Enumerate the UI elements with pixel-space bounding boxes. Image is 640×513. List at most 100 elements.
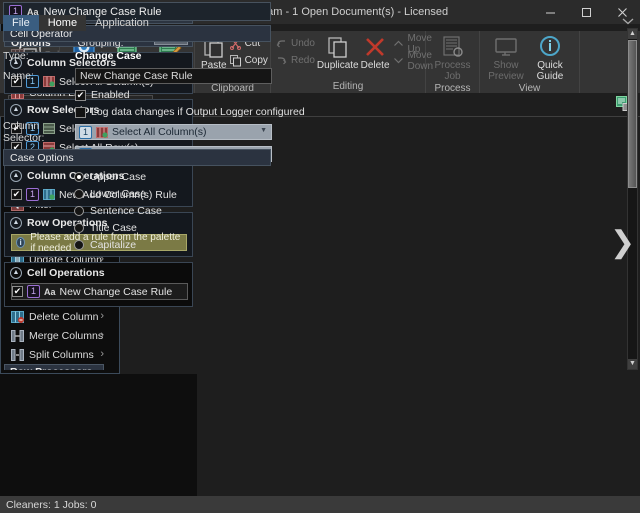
process-job-button[interactable]: Process Job [432, 33, 474, 82]
undo-button[interactable]: Undo [275, 36, 315, 51]
process-job-label-2: Job [444, 72, 460, 83]
radio-capitalize[interactable] [74, 240, 84, 250]
quick-guide-button[interactable]: Quick Guide [529, 33, 571, 82]
log-changes-row[interactable]: Log data changes if Output Logger config… [75, 106, 305, 118]
case-option-label: Capitalize [90, 239, 136, 251]
next-panel-arrow-icon[interactable]: ❯ [610, 228, 635, 258]
case-option-title[interactable]: Title Case [74, 222, 137, 234]
rule-number-badge: 1 [26, 188, 39, 201]
palette-item-merge-columns[interactable]: Merge Columns › [4, 326, 108, 345]
copy-button[interactable]: Copy [229, 53, 268, 68]
palette-item-split-columns[interactable]: Split Columns › [4, 345, 108, 364]
ribbon-group-editing: Undo Redo [271, 31, 426, 93]
case-option-label: Sentence Case [90, 205, 162, 217]
enabled-checkbox[interactable]: ✔ [75, 90, 86, 101]
redo-label: Redo [291, 55, 315, 66]
tab-file[interactable]: File [3, 15, 39, 31]
redo-icon [275, 54, 288, 67]
ribbon-group-editing-label: Editing [271, 80, 425, 93]
scrollbar-thumb[interactable] [628, 40, 637, 188]
rule-group-title: Cell Operations [27, 267, 105, 279]
status-text: Cleaners: 1 Jobs: 0 [6, 499, 96, 511]
process-job-label-1: Process [434, 61, 470, 72]
copy-icon [229, 54, 242, 67]
collapse-icon[interactable]: ▲ [10, 217, 22, 229]
case-option-label: Lower Case [90, 188, 146, 200]
palette-item-label: Delete Column [29, 311, 98, 323]
collapse-icon[interactable]: ▲ [10, 170, 22, 182]
ribbon-collapse-icon[interactable] [622, 17, 634, 27]
tab-home[interactable]: Home [39, 15, 86, 31]
palette-item-label: Split Columns [29, 349, 94, 361]
tab-application[interactable]: Application [86, 15, 158, 31]
column-selector-badge: 1 [79, 126, 92, 139]
radio-upper-case[interactable] [74, 172, 84, 182]
rule-checkbox[interactable]: ✔ [12, 286, 23, 297]
delete-column-icon [11, 311, 24, 323]
name-input[interactable]: New Change Case Rule [75, 68, 272, 84]
rule-row-label: New Change Case Rule [60, 286, 173, 298]
ribbon-group-view: Show Preview Quick Guide View [480, 31, 580, 93]
case-option-capitalize[interactable]: Capitalize [74, 239, 136, 251]
column-selector-row: Column Selector: 1 Select All Column(s) … [3, 124, 272, 140]
collapse-icon[interactable]: ▲ [10, 104, 22, 116]
log-changes-label: Log data changes if Output Logger config… [91, 106, 305, 118]
copy-label: Copy [245, 55, 268, 66]
merge-columns-icon [11, 330, 24, 342]
palette-group-row-processors: Row Processors [4, 364, 104, 370]
log-changes-checkbox[interactable] [75, 107, 86, 118]
palette-item-delete-column[interactable]: Delete Column › [4, 307, 108, 326]
quick-guide-label-1: Quick [537, 61, 563, 72]
rule-checkbox[interactable]: ✔ [11, 189, 22, 200]
show-preview-button[interactable]: Show Preview [485, 33, 527, 82]
cleaner-rules-panel: Cleaner Rules - Cleaner - Cleaner 1 Clea… [0, 374, 197, 513]
enabled-row[interactable]: ✔ Enabled [75, 89, 130, 101]
quick-guide-label-2: Guide [537, 72, 564, 83]
column-selector-value: Select All Column(s) [112, 126, 207, 138]
delete-button[interactable]: Delete [361, 33, 390, 72]
radio-lower-case[interactable] [74, 189, 84, 199]
show-preview-label-1: Show [493, 61, 518, 72]
name-row: Name: New Change Case Rule [3, 68, 272, 84]
delete-label: Delete [361, 61, 390, 72]
delete-icon [363, 35, 387, 59]
undo-label: Undo [291, 38, 315, 49]
rule-row[interactable]: ✔ 1 Aa New Change Case Rule [11, 283, 188, 300]
column-selector-dropdown[interactable]: 1 Select All Column(s) ▼ [75, 124, 272, 140]
case-option-upper[interactable]: Upper Case [74, 171, 146, 183]
chevron-right-icon: › [100, 329, 104, 341]
case-options-section-header: Case Options [3, 149, 271, 166]
enabled-label: Enabled [91, 89, 130, 101]
duplicate-label: Duplicate [317, 61, 359, 72]
ribbon-tab-bar: File Home Application [0, 15, 640, 31]
palette-scrollbar[interactable]: ▲ ▼ [627, 28, 638, 370]
split-columns-icon [11, 349, 24, 361]
duplicate-icon [326, 35, 350, 59]
collapse-icon[interactable]: ▲ [10, 267, 22, 279]
case-option-sentence[interactable]: Sentence Case [74, 205, 162, 217]
show-preview-icon [494, 35, 518, 59]
duplicate-button[interactable]: Duplicate [317, 33, 359, 72]
process-job-icon [441, 35, 465, 59]
rule-number-badge: 1 [27, 285, 40, 298]
info-icon: i [16, 237, 25, 248]
case-options-label: Case Options [10, 152, 74, 164]
chevron-right-icon: › [100, 310, 104, 322]
case-option-label: Title Case [90, 222, 137, 234]
name-label: Name: [3, 70, 75, 82]
redo-button[interactable]: Redo [275, 53, 315, 68]
add-column-icon [43, 189, 55, 200]
column-select-icon [96, 127, 108, 138]
column-selector-label: Column Selector: [3, 120, 75, 144]
scroll-down-icon[interactable]: ▼ [628, 359, 637, 369]
case-option-lower[interactable]: Lower Case [74, 188, 146, 200]
chevron-down-icon: ▼ [260, 127, 267, 134]
application-window: ▾ Rons Data Stream - 1 Open Document(s) … [0, 0, 640, 513]
radio-sentence-case[interactable] [74, 206, 84, 216]
rule-group-header[interactable]: ▲ Cell Operations [5, 263, 192, 282]
type-label: Type: [3, 50, 75, 62]
change-case-icon: Aa [44, 287, 56, 297]
status-bar: Cleaners: 1 Jobs: 0 [0, 496, 640, 513]
type-row: Type: Change Case [3, 48, 142, 64]
radio-title-case[interactable] [74, 223, 84, 233]
